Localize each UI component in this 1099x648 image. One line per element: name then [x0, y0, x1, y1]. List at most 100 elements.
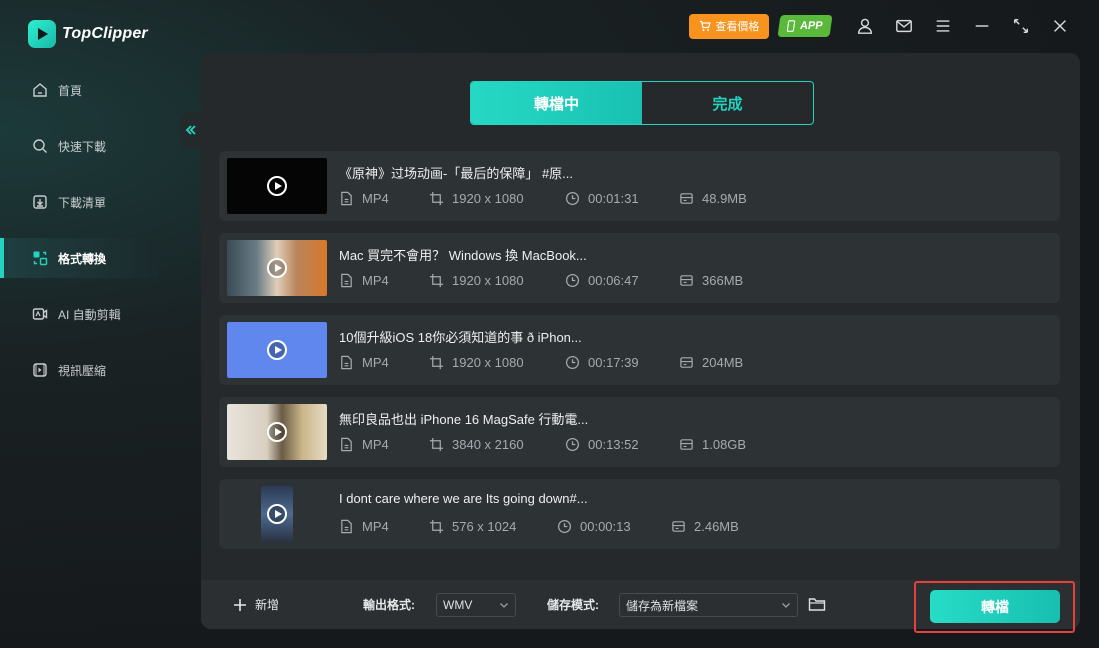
- clock-icon: [565, 355, 580, 370]
- video-resolution: 1920 x 1080: [452, 355, 524, 370]
- convert-icon: [33, 251, 48, 266]
- sidebar-item-download-list[interactable]: 下載清單: [0, 182, 190, 222]
- sidebar: 首頁 快速下載 下載清單 格式轉換 AI 自動剪輯 視訊壓縮: [0, 70, 190, 406]
- message-button[interactable]: [884, 13, 923, 39]
- sidebar-item-label: AI 自動剪輯: [58, 307, 121, 322]
- video-duration: 00:17:39: [588, 355, 639, 370]
- play-icon[interactable]: [267, 176, 287, 196]
- video-format: MP4: [362, 191, 389, 206]
- sidebar-collapse-button[interactable]: [180, 112, 202, 148]
- main-panel: 轉檔中 完成 《原神》过场动画-「最后的保障」 #原... MP4 1920 x…: [201, 53, 1080, 629]
- list-item[interactable]: Mac 買完不會用？ Windows 換 MacBook... MP4 1920…: [219, 233, 1060, 303]
- video-format: MP4: [362, 437, 389, 452]
- double-chevron-left-icon: [185, 125, 196, 135]
- play-icon[interactable]: [267, 504, 287, 524]
- video-size: 2.46MB: [694, 519, 739, 534]
- video-format: MP4: [362, 519, 389, 534]
- storage-icon: [680, 357, 693, 368]
- minimize-button[interactable]: [962, 13, 1001, 39]
- sidebar-item-video-compress[interactable]: 視訊壓縮: [0, 350, 190, 390]
- video-duration: 00:13:52: [588, 437, 639, 452]
- video-title: 無印良品也出 iPhone 16 MagSafe 行動電...: [339, 412, 589, 427]
- video-resolution: 3840 x 2160: [452, 437, 524, 452]
- chevron-down-icon: [500, 603, 508, 608]
- account-button[interactable]: [845, 13, 884, 39]
- sidebar-item-label: 視訊壓縮: [58, 363, 107, 378]
- video-thumbnail[interactable]: [227, 158, 327, 214]
- video-thumbnail[interactable]: [227, 404, 327, 460]
- sidebar-item-label: 下載清單: [58, 195, 107, 210]
- play-icon[interactable]: [267, 340, 287, 360]
- clock-icon: [565, 273, 580, 288]
- play-icon[interactable]: [267, 258, 287, 278]
- app-window: TopClipper 查看價格 APP 首頁 快速下載 下載清單 格式轉換 AI…: [0, 0, 1099, 648]
- crop-icon: [429, 355, 444, 370]
- chevron-down-icon: [782, 603, 790, 608]
- sidebar-item-home[interactable]: 首頁: [0, 70, 190, 110]
- crop-icon: [429, 191, 444, 206]
- file-list: 《原神》过场动画-「最后的保障」 #原... MP4 1920 x 1080 0…: [219, 151, 1060, 561]
- list-item[interactable]: I dont care where we are Its going down#…: [219, 479, 1060, 549]
- video-thumbnail[interactable]: [227, 486, 327, 542]
- video-size: 204MB: [702, 355, 744, 370]
- video-thumbnail[interactable]: [227, 322, 327, 378]
- expand-icon: [1013, 18, 1028, 34]
- video-title: 10個升級iOS 18你必須知道的事 ð iPhon...: [339, 330, 582, 345]
- file-icon: [341, 191, 352, 206]
- compress-icon: [33, 363, 47, 377]
- folder-icon[interactable]: [808, 595, 826, 613]
- file-icon: [341, 519, 352, 534]
- video-resolution: 1920 x 1080: [452, 273, 524, 288]
- save-mode-select[interactable]: 儲存為新檔案: [619, 593, 798, 617]
- app-button-label: APP: [799, 20, 824, 32]
- price-button[interactable]: 查看價格: [689, 13, 770, 39]
- video-title: 《原神》过场动画-「最后的保障」 #原...: [339, 166, 574, 181]
- video-title: Mac 買完不會用？ Windows 換 MacBook...: [339, 248, 587, 263]
- video-meta: MP4 1920 x 1080 00:17:39 204MB: [339, 355, 743, 370]
- add-file-button[interactable]: 新增: [233, 580, 279, 629]
- topclipper-logo-icon: [28, 20, 56, 48]
- crop-icon: [429, 437, 444, 452]
- storage-icon: [672, 521, 685, 532]
- tab-done[interactable]: 完成: [642, 82, 813, 124]
- video-format: MP4: [362, 273, 389, 288]
- list-item[interactable]: 無印良品也出 iPhone 16 MagSafe 行動電... MP4 3840…: [219, 397, 1060, 467]
- list-item[interactable]: 10個升級iOS 18你必須知道的事 ð iPhon... MP4 1920 x…: [219, 315, 1060, 385]
- video-duration: 00:01:31: [588, 191, 639, 206]
- storage-icon: [680, 439, 693, 450]
- video-size: 48.9MB: [702, 191, 747, 206]
- app-logo: TopClipper: [28, 20, 148, 48]
- storage-icon: [680, 275, 693, 286]
- video-meta: MP4 3840 x 2160 00:13:52 1.08GB: [339, 437, 746, 452]
- user-icon: [857, 18, 872, 34]
- convert-button[interactable]: 轉檔: [930, 590, 1060, 623]
- close-button[interactable]: [1040, 13, 1079, 39]
- menu-button[interactable]: [923, 13, 962, 39]
- file-icon: [341, 355, 352, 370]
- video-thumbnail[interactable]: [227, 240, 327, 296]
- status-tabs: 轉檔中 完成: [470, 81, 814, 125]
- add-file-label: 新增: [255, 598, 280, 612]
- video-size: 366MB: [702, 273, 744, 288]
- video-duration: 00:06:47: [588, 273, 639, 288]
- sidebar-item-ai-edit[interactable]: AI 自動剪輯: [0, 294, 190, 334]
- home-icon: [33, 83, 47, 97]
- sidebar-item-quick-download[interactable]: 快速下載: [0, 126, 190, 166]
- search-icon: [33, 139, 47, 153]
- mobile-app-icon: [787, 20, 796, 32]
- maximize-button[interactable]: [1001, 13, 1040, 39]
- clock-icon: [557, 519, 572, 534]
- video-size: 1.08GB: [702, 437, 747, 452]
- play-icon[interactable]: [267, 422, 287, 442]
- close-icon: [1053, 20, 1066, 32]
- list-item[interactable]: 《原神》过场动画-「最后的保障」 #原... MP4 1920 x 1080 0…: [219, 151, 1060, 221]
- crop-icon: [429, 273, 444, 288]
- output-format-label: 輸出格式:: [363, 598, 415, 612]
- file-icon: [341, 273, 352, 288]
- app-button[interactable]: APP: [777, 15, 833, 37]
- video-resolution: 576 x 1024: [452, 519, 517, 534]
- output-format-select[interactable]: WMV: [436, 593, 516, 617]
- sidebar-item-format-convert[interactable]: 格式轉換: [0, 238, 158, 278]
- download-list-icon: [33, 195, 47, 209]
- tab-converting[interactable]: 轉檔中: [471, 82, 642, 124]
